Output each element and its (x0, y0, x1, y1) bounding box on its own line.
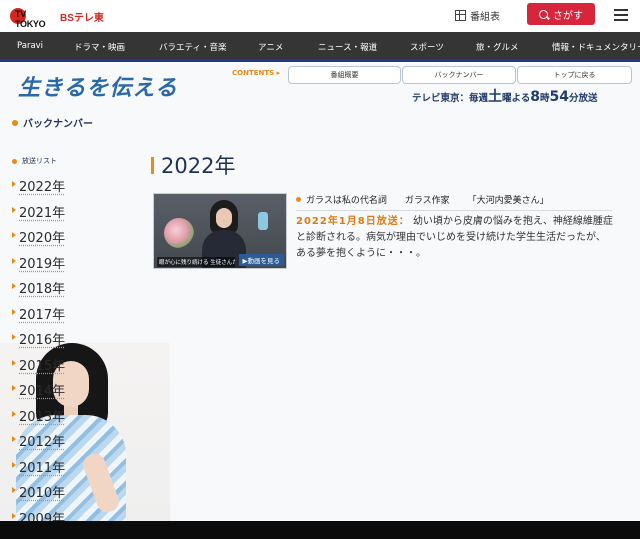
tab-backnumber[interactable]: バックナンバー (402, 66, 516, 84)
year-item-2021[interactable]: 2021年 (12, 202, 65, 228)
bs-tvtokyo-logo[interactable]: BSテレ東 (60, 9, 104, 24)
broadcast-list-heading: 放送リスト (12, 156, 57, 166)
year-label: 2018年 (19, 282, 66, 297)
year-item-2014[interactable]: 2014年 (12, 380, 65, 406)
airtime-prefix: テレビ東京：毎週 (412, 93, 489, 104)
search-icon (539, 9, 548, 19)
nav-item-sports[interactable]: スポーツ (410, 41, 444, 53)
program-tabs: 番組概要 バックナンバー トップに戻る (288, 66, 633, 84)
logo-text: TV TOKYO (15, 9, 46, 29)
nav-item-drama[interactable]: ドラマ・映画 (74, 41, 125, 53)
year-item-2012[interactable]: 2012年 (12, 431, 65, 457)
year-heading-text: 2022年 (161, 154, 236, 178)
episode-guest-name: 「大河内愛美さん」 (467, 196, 549, 206)
triangle-right-icon (12, 232, 16, 238)
bullet-icon (12, 119, 18, 126)
year-item-2011[interactable]: 2011年 (12, 457, 65, 483)
year-item-2018[interactable]: 2018年 (12, 278, 65, 304)
main-nav: Paravi ドラマ・映画 バラエティ・音楽 アニメ ニュース・報道 スポーツ … (0, 32, 640, 62)
year-label: 2022年 (19, 180, 66, 195)
triangle-right-icon (12, 359, 16, 366)
year-heading: 2022年 (151, 150, 235, 180)
year-label: 2016年 (19, 333, 66, 348)
airtime-minute: 54 (549, 89, 569, 105)
flowers-image (164, 218, 194, 248)
episode-thumbnail[interactable]: 眼が心に残り続ける 生徒さんたちの... ▶動画を見る (153, 193, 287, 269)
triangle-right-icon (12, 283, 16, 289)
bullet-icon (296, 197, 301, 202)
triangle-right-icon (12, 512, 16, 519)
triangle-right-icon (12, 461, 16, 468)
year-label: 2013年 (19, 409, 66, 425)
schedule-label: 番組表 (470, 12, 500, 23)
airtime-suffix: 分放送 (568, 93, 598, 104)
airtime-mid: 曜よる (502, 93, 531, 104)
airtime: テレビ東京：毎週土曜よる8時54分放送 (412, 86, 598, 106)
airtime-hour-unit: 時 (539, 93, 550, 104)
year-item-2016[interactable]: 2016年 (12, 329, 65, 355)
year-item-2019[interactable]: 2019年 (12, 253, 65, 279)
year-label: 2014年 (19, 384, 66, 399)
triangle-right-icon (12, 436, 16, 442)
year-item-2013[interactable]: 2013年 (12, 406, 65, 432)
airtime-hour: 8 (530, 89, 540, 105)
year-label: 2012年 (19, 435, 66, 450)
search-button[interactable]: さがす (527, 3, 595, 25)
search-label: さがす (553, 10, 583, 22)
contents-label: CONTENTS ▸ (232, 69, 281, 77)
triangle-right-icon (12, 385, 16, 391)
airtime-day: 土 (488, 89, 503, 105)
year-item-2015[interactable]: 2015年 (12, 355, 65, 381)
year-label: 2010年 (19, 486, 66, 501)
nav-item-documentary[interactable]: 情報・ドキュメンタリー (552, 41, 640, 53)
section-heading-label: バックナンバー (23, 119, 93, 130)
year-item-2020[interactable]: 2020年 (12, 227, 65, 253)
nav-item-news[interactable]: ニュース・報道 (318, 41, 377, 53)
section-heading: バックナンバー (12, 115, 93, 130)
nav-item-travel[interactable]: 旅・グルメ (476, 41, 519, 53)
episode-heading: ガラスは私の代名詞 ガラス作家 「大河内愛美さん」 (296, 193, 549, 206)
year-label: 2015年 (19, 358, 66, 374)
triangle-right-icon (12, 257, 16, 264)
year-item-2017[interactable]: 2017年 (12, 304, 65, 330)
triangle-right-icon (12, 206, 16, 213)
schedule-link[interactable]: 番組表 (455, 8, 500, 23)
bullet-icon (12, 158, 17, 164)
year-label: 2020年 (19, 231, 66, 246)
triangle-right-icon (12, 410, 16, 417)
tab-overview[interactable]: 番組概要 (288, 66, 401, 84)
year-label: 2021年 (19, 205, 66, 221)
year-list: 2022年 2021年 2020年 2019年 2018年 2017年 2016… (12, 176, 65, 533)
tab-back-to-top[interactable]: トップに戻る (517, 66, 632, 84)
episode-guest-role: ガラス作家 (404, 196, 450, 206)
triangle-right-icon (12, 181, 16, 187)
top-bar: TV TOKYO BSテレ東 番組表 さがす (0, 0, 640, 32)
episode-description: 2022年1月8日放送： 幼い頃から皮膚の悩みを抱え、神経線維腫症と診断される。… (296, 214, 614, 262)
broadcast-list-label: 放送リスト (22, 157, 57, 165)
year-label: 2011年 (19, 460, 66, 476)
year-item-2022[interactable]: 2022年 (12, 176, 65, 202)
bottom-bar (0, 521, 640, 539)
divider (296, 210, 612, 211)
menu-icon[interactable] (614, 9, 628, 21)
episode-date: 2022年1月8日放送： (296, 216, 410, 227)
year-label: 2017年 (19, 307, 66, 323)
triangle-right-icon (12, 308, 16, 315)
nav-item-variety[interactable]: バラエティ・音楽 (159, 41, 227, 53)
nav-item-anime[interactable]: アニメ (258, 41, 283, 53)
year-item-2010[interactable]: 2010年 (12, 482, 65, 508)
triangle-right-icon (12, 334, 16, 340)
heading-bar (151, 156, 154, 174)
triangle-right-icon (12, 487, 16, 493)
year-label: 2019年 (19, 256, 66, 272)
episode-title: ガラスは私の代名詞 (306, 196, 387, 206)
nav-item-paravi[interactable]: Paravi (17, 41, 43, 51)
tvtokyo-logo[interactable]: TV TOKYO (10, 6, 50, 29)
watch-video-button[interactable]: ▶動画を見る (238, 254, 284, 266)
program-title[interactable]: 生きるを伝える (18, 70, 178, 102)
thumb-caption: 眼が心に残り続ける 生徒さんたちの... (157, 257, 235, 267)
schedule-grid-icon (455, 10, 466, 21)
